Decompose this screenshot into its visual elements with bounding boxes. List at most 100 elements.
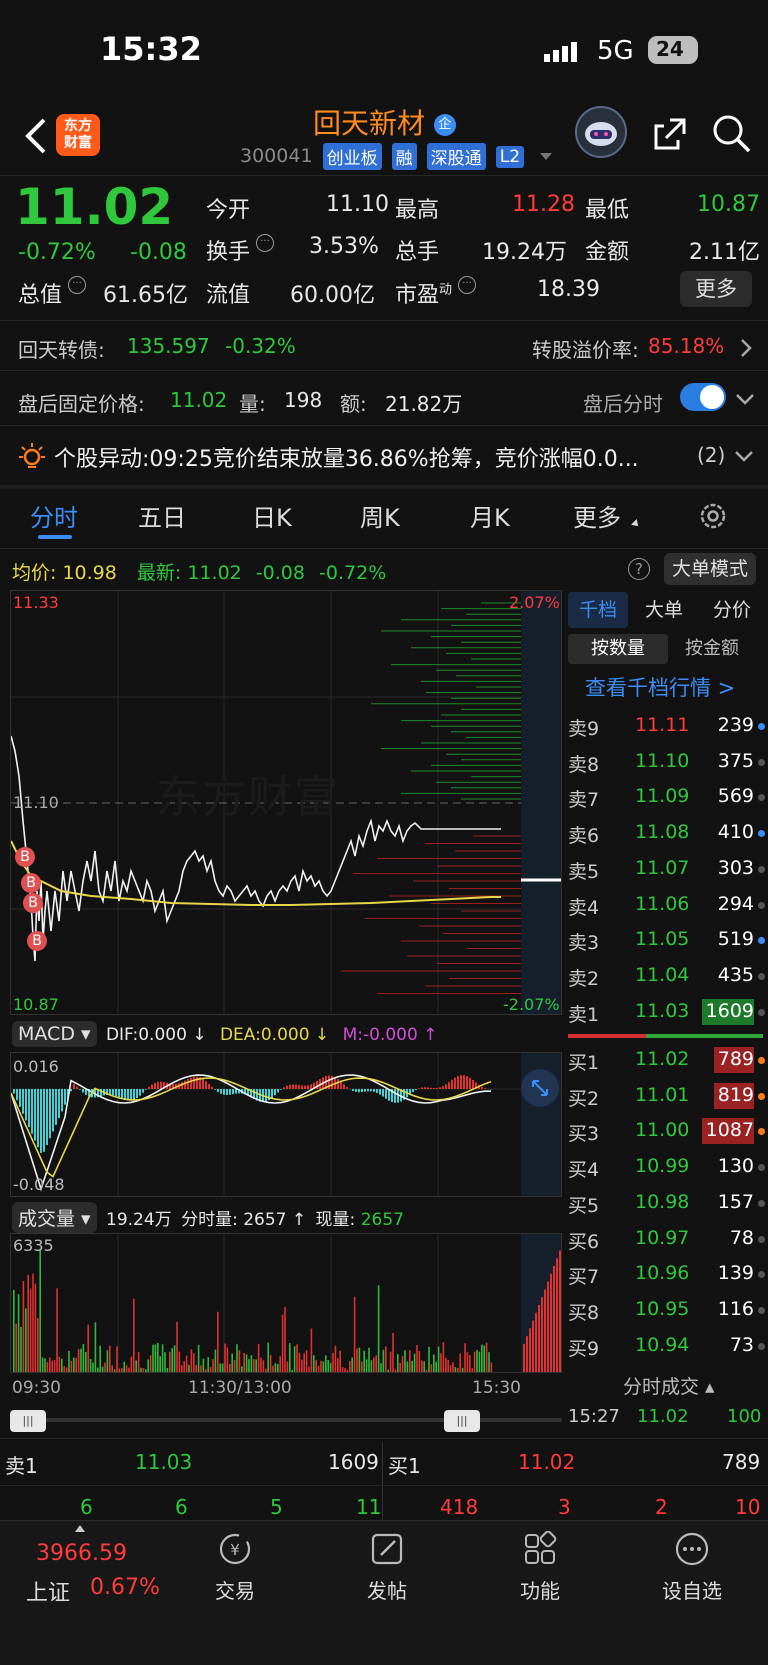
watchlist-nav[interactable]: 设自选 — [657, 1531, 727, 1611]
function-nav[interactable]: 功能 — [515, 1530, 565, 1611]
more-button[interactable]: 更多 — [680, 271, 752, 307]
book-dot-icon — [758, 830, 765, 838]
book-sub-amt[interactable]: 按金额 — [685, 634, 739, 664]
range-slider[interactable]: ||| ||| — [10, 1410, 562, 1432]
info-icon[interactable]: ··· — [256, 234, 274, 252]
macd-bar — [280, 1089, 282, 1090]
macd-selector[interactable]: MACD ▾ — [12, 1021, 97, 1047]
macd-bar — [34, 1089, 36, 1141]
trades-header[interactable]: 分时成交 ▴ — [623, 1372, 715, 1399]
bid-row[interactable]: 买8 10.95 116 — [565, 1294, 768, 1328]
more-dots-icon — [675, 1532, 709, 1566]
volume-bar — [428, 1346, 430, 1372]
afterhours-toggle[interactable] — [680, 383, 726, 411]
bid-row[interactable]: 买1 11.02 789 — [565, 1044, 768, 1078]
macd-bar — [382, 1089, 384, 1097]
tab-weekly-k[interactable]: 周K — [360, 498, 400, 533]
volume-bar — [272, 1365, 274, 1372]
bid-row[interactable]: 买2 11.01 819 — [565, 1080, 768, 1114]
macd-bar — [355, 1089, 357, 1092]
chevron-down-icon[interactable] — [540, 153, 553, 160]
tab-monthly-k[interactable]: 月K — [470, 498, 510, 533]
ask-row[interactable]: 卖2 11.04 435 — [565, 960, 768, 994]
afterhours-amt-label: 额: — [340, 392, 367, 416]
book-volume: 139 — [717, 1262, 754, 1285]
search-icon[interactable] — [710, 112, 754, 156]
bid-row[interactable]: 买7 10.96 139 — [565, 1258, 768, 1292]
post-label: 发帖 — [367, 1579, 407, 1603]
bid-row[interactable]: 买3 11.00 1087 — [565, 1115, 768, 1149]
book-price: 11.11 — [635, 714, 690, 736]
alert-text[interactable]: 个股异动:09:25竞价结束放量36.86%抢筹，竞价涨幅0.0... — [54, 441, 639, 473]
index-value[interactable]: 3966.59 — [36, 1541, 127, 1566]
book-level-label: 买1 — [568, 1052, 600, 1074]
afterhours-volume-bar — [559, 1250, 561, 1372]
full-depth-link[interactable]: 查看千档行情 > — [585, 672, 735, 702]
tab-five-day[interactable]: 五日 — [138, 498, 186, 533]
back-button[interactable] — [22, 116, 52, 156]
ask-row[interactable]: 卖7 11.09 569 — [565, 781, 768, 815]
ask-row[interactable]: 卖4 11.06 294 — [565, 889, 768, 923]
macd-bar — [25, 1089, 27, 1121]
ask-row[interactable]: 卖3 11.05 519 — [565, 924, 768, 958]
tab-intraday[interactable]: 分时 — [30, 498, 78, 533]
afterhours-volume-bar — [556, 1258, 558, 1372]
buy-marker-icon[interactable]: B — [21, 873, 41, 893]
high-value: 11.28 — [512, 192, 575, 217]
volume-bar — [337, 1358, 339, 1372]
bid-row[interactable]: 买4 10.99 130 — [565, 1151, 768, 1185]
book-tab-depth[interactable]: 千档 — [568, 592, 628, 628]
macd-bar — [298, 1085, 300, 1089]
stock-code: 300041 — [240, 145, 313, 167]
post-nav[interactable]: 发帖 — [362, 1531, 412, 1611]
book-tab-large[interactable]: 大单 — [645, 592, 683, 628]
ask-row[interactable]: 卖1 11.03 1609 — [565, 996, 768, 1030]
volume-bar — [34, 1283, 37, 1372]
trade-nav[interactable]: ¥ 交易 — [210, 1531, 260, 1611]
buy-marker-icon[interactable]: B — [23, 893, 43, 913]
book-dot-icon — [758, 937, 765, 945]
settings-icon[interactable] — [697, 500, 729, 532]
help-icon[interactable]: ? — [628, 558, 650, 580]
index-pct[interactable]: 0.67% — [90, 1575, 160, 1600]
big-order-mode-button[interactable]: 大单模式 — [664, 553, 756, 585]
chevron-down-icon[interactable] — [735, 392, 755, 406]
book-sub-qty[interactable]: 按数量 — [568, 634, 668, 664]
buy-marker-icon[interactable]: B — [15, 847, 35, 867]
volume-bar — [20, 1326, 22, 1372]
volume-bar — [29, 1289, 32, 1372]
chevron-down-icon[interactable] — [734, 449, 754, 463]
book-level-label: 买3 — [568, 1123, 600, 1146]
afterhours-volume-bar — [532, 1320, 534, 1372]
book-tab-price[interactable]: 分价 — [713, 592, 751, 628]
ask-row[interactable]: 卖6 11.08 410 — [565, 817, 768, 851]
volume-selector[interactable]: 成交量 ▾ — [12, 1202, 97, 1233]
slider-handle-right[interactable]: ||| — [444, 1410, 480, 1432]
volume-fs-label: 分时量: — [181, 1210, 238, 1230]
ask-row[interactable]: 卖9 11.11 239 — [565, 710, 768, 744]
ask-row[interactable]: 卖5 11.07 303 — [565, 853, 768, 887]
bid-row[interactable]: 买9 10.94 73 — [565, 1330, 768, 1364]
index-name[interactable]: 上证 — [26, 1575, 70, 1607]
tab-daily-k[interactable]: 日K — [252, 498, 292, 533]
trade-price: 11.02 — [637, 1406, 689, 1427]
info-icon[interactable]: ··· — [458, 276, 476, 294]
bid-row[interactable]: 买5 10.98 157 — [565, 1187, 768, 1221]
info-icon[interactable]: ··· — [68, 276, 86, 294]
bid-row[interactable]: 买6 10.97 78 — [565, 1223, 768, 1257]
volume-bar — [445, 1357, 447, 1372]
tab-more[interactable]: 更多 — [573, 498, 621, 533]
volume-bar — [423, 1361, 425, 1372]
intraday-chart[interactable]: 东方财富 11.33 10.87 2.07% -2.07% 11.10 B B … — [10, 590, 562, 1015]
buy-marker-icon[interactable]: B — [27, 931, 47, 951]
robot-avatar[interactable] — [575, 106, 627, 158]
slider-handle-left[interactable]: ||| — [10, 1410, 46, 1432]
share-icon[interactable] — [650, 114, 690, 154]
chevron-right-icon[interactable] — [738, 336, 754, 360]
ask-row[interactable]: 卖8 11.10 375 — [565, 746, 768, 780]
expand-icon[interactable] — [521, 1069, 559, 1107]
volume-chart[interactable]: 6335 — [10, 1233, 562, 1373]
macd-bar — [82, 1089, 84, 1093]
macd-chart[interactable]: 0.016 -0.048 — [10, 1052, 562, 1197]
bond-name[interactable]: 回天转债: — [18, 334, 105, 363]
